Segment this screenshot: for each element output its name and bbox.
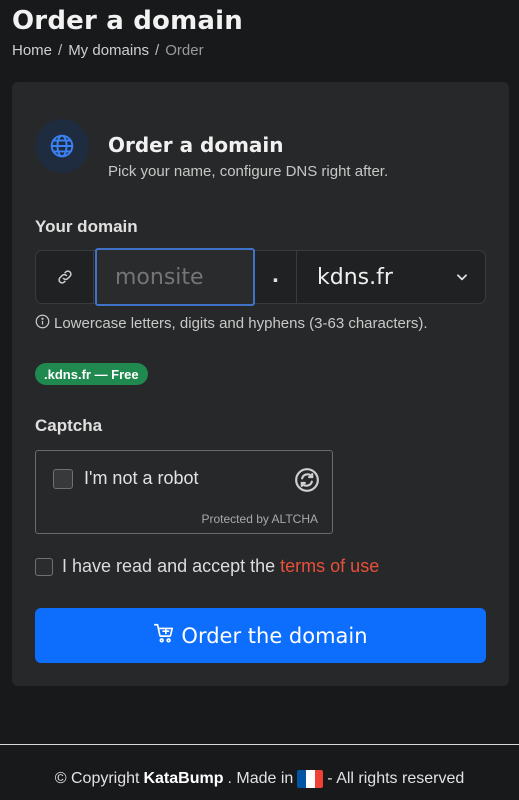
captcha-checkbox-label: I'm not a robot xyxy=(84,468,199,488)
breadcrumb-separator: / xyxy=(155,42,160,59)
footer-divider xyxy=(0,744,519,745)
domain-dot: . xyxy=(255,251,297,303)
tld-select[interactable]: kdns.fr xyxy=(297,251,485,303)
card-title: Order a domain xyxy=(108,133,284,157)
order-card: Order a domain Pick your name, configure… xyxy=(12,82,509,686)
terms-link[interactable]: terms of use xyxy=(280,556,379,576)
footer: © Copyright KataBump. Made in - All righ… xyxy=(0,770,519,788)
tld-price-badge: .kdns.fr — Free xyxy=(35,363,148,385)
cart-icon xyxy=(153,622,175,649)
breadcrumb-current: Order xyxy=(165,42,204,59)
tld-selected-value: kdns.fr xyxy=(317,264,393,290)
chevron-down-icon xyxy=(455,265,469,290)
captcha-widget: I'm not a robot Protected by ALTCHA xyxy=(35,450,333,534)
footer-copyright: © Copyright xyxy=(54,770,140,787)
captcha-label: Captcha xyxy=(35,416,103,435)
captcha-checkbox[interactable] xyxy=(53,469,73,489)
captcha-footer: Protected by ALTCHA xyxy=(201,512,319,526)
page-title: Order a domain xyxy=(12,6,243,36)
link-icon xyxy=(36,251,94,303)
terms-checkbox[interactable] xyxy=(35,558,53,576)
france-flag-icon xyxy=(297,770,324,788)
breadcrumb-my-domains[interactable]: My domains xyxy=(68,42,149,59)
card-subtitle: Pick your name, configure DNS right afte… xyxy=(108,163,389,180)
domain-hint: Lowercase letters, digits and hyphens (3… xyxy=(35,314,428,333)
breadcrumb: Home / My domains / Order xyxy=(12,42,204,59)
breadcrumb-separator: / xyxy=(58,42,63,59)
terms-label: I have read and accept the terms of use xyxy=(62,556,379,577)
footer-rights: - All rights reserved xyxy=(327,770,465,787)
info-icon xyxy=(35,314,50,333)
captcha-refresh-icon xyxy=(294,467,320,498)
domain-name-input[interactable] xyxy=(95,248,255,306)
domain-hint-text: Lowercase letters, digits and hyphens (3… xyxy=(54,315,428,332)
order-button-label: Order the domain xyxy=(181,623,368,648)
domain-label: Your domain xyxy=(35,217,138,236)
domain-input-group: . kdns.fr xyxy=(35,248,486,306)
terms-prefix: I have read and accept the xyxy=(62,556,276,576)
footer-brand[interactable]: KataBump xyxy=(143,770,223,788)
globe-icon xyxy=(35,119,89,173)
breadcrumb-home[interactable]: Home xyxy=(12,42,52,59)
order-domain-button[interactable]: Order the domain xyxy=(35,608,486,663)
footer-made-in: . Made in xyxy=(227,770,294,787)
